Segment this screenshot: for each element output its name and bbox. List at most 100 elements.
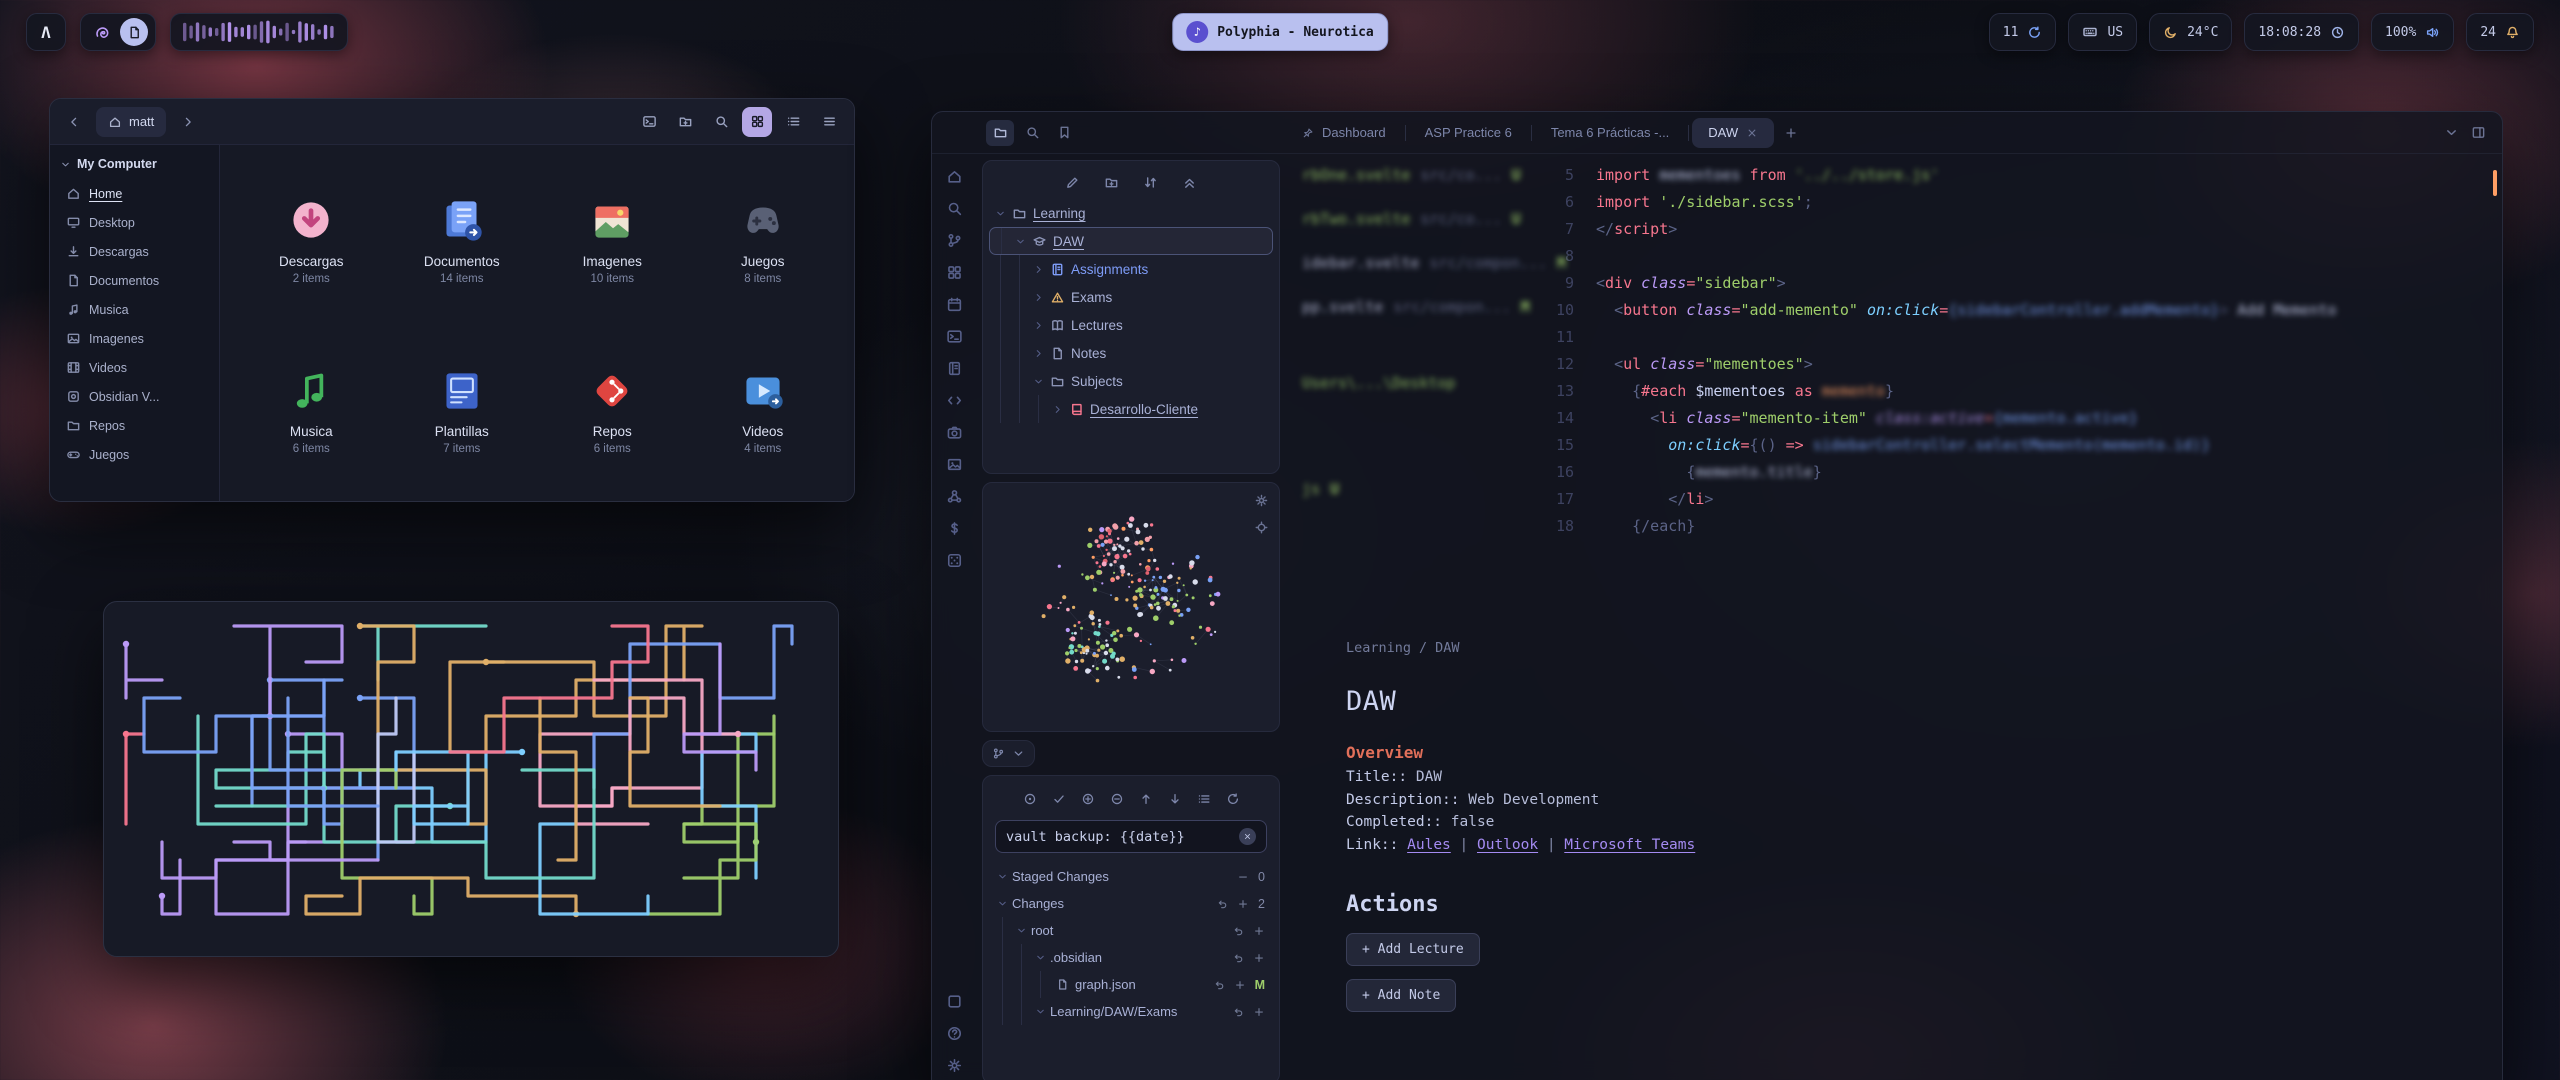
sidebar-item-videos[interactable]: Videos <box>60 353 209 382</box>
updates-indicator[interactable]: 11 <box>1989 13 2057 51</box>
collapse-icon[interactable] <box>1182 175 1197 190</box>
plus-icon[interactable] <box>1234 979 1246 991</box>
folder-tile-repos[interactable]: Repos6 items <box>537 323 688 493</box>
forward-button[interactable] <box>174 108 202 136</box>
back-button[interactable] <box>60 108 88 136</box>
explorer-item-notes[interactable]: Notes <box>989 339 1273 367</box>
ribbon-grid-icon[interactable] <box>946 264 963 281</box>
plus-icon[interactable] <box>1253 1006 1265 1018</box>
tab-dashboard[interactable]: Dashboard <box>1286 118 1402 148</box>
ribbon-terminal-icon[interactable] <box>946 328 963 345</box>
link-aules[interactable]: Aules <box>1407 837 1451 853</box>
undo-icon[interactable] <box>1232 925 1244 937</box>
explorer-item-assignments[interactable]: Assignments <box>989 255 1273 283</box>
tab-tema-6-pr-cticas[interactable]: Tema 6 Prácticas -... <box>1535 118 1685 148</box>
ribbon-camera-icon[interactable] <box>946 424 963 441</box>
tab-daw[interactable]: DAW <box>1692 118 1774 148</box>
gear-icon[interactable] <box>1254 493 1269 508</box>
git-row-graph-json[interactable]: graph.jsonM <box>993 971 1269 998</box>
git-row-root[interactable]: root <box>993 917 1269 944</box>
notifications-indicator[interactable]: 24 <box>2466 13 2534 51</box>
crosshair-icon[interactable] <box>1254 520 1269 535</box>
undo-icon[interactable] <box>1213 979 1225 991</box>
pencil-icon[interactable] <box>1065 175 1080 190</box>
folder-tile-imagenes[interactable]: Imagenes10 items <box>537 153 688 323</box>
undo-icon[interactable] <box>1216 898 1228 910</box>
action-button-add-lecture[interactable]: + Add Lecture <box>1346 933 1480 966</box>
sidebar-item-documentos[interactable]: Documentos <box>60 266 209 295</box>
sidebar-header[interactable]: My Computer <box>60 157 209 171</box>
pane-tab-search-icon[interactable] <box>1018 120 1046 146</box>
now-playing-widget[interactable]: ♪ Polyphia - Neurotica <box>1172 13 1388 51</box>
sort-icon[interactable] <box>1143 175 1158 190</box>
ribbon-home-icon[interactable] <box>946 168 963 185</box>
ribbon-image-icon[interactable] <box>946 456 963 473</box>
search-icon[interactable] <box>706 107 736 137</box>
minus-icon[interactable] <box>1237 871 1249 883</box>
ribbon-notebook-icon[interactable] <box>946 360 963 377</box>
layout-icon[interactable] <box>2471 125 2486 140</box>
sidebar-item-repos[interactable]: Repos <box>60 411 209 440</box>
folder-tile-descargas[interactable]: Descargas2 items <box>236 153 387 323</box>
ribbon-branch-icon[interactable] <box>946 232 963 249</box>
new-tab-button[interactable] <box>1778 120 1804 146</box>
folder-plus-icon[interactable] <box>670 107 700 137</box>
plus-icon[interactable] <box>1237 898 1249 910</box>
git-pane-tab-chip[interactable] <box>982 740 1035 767</box>
git-refresh-icon[interactable] <box>1226 792 1240 806</box>
sidebar-item-descargas[interactable]: Descargas <box>60 237 209 266</box>
folder-tile-plantillas[interactable]: Plantillas7 items <box>387 323 538 493</box>
weather-indicator[interactable]: 24°C <box>2149 13 2232 51</box>
grid-icon[interactable] <box>742 107 772 137</box>
ribbon-dollar-icon[interactable] <box>946 520 963 537</box>
folder-tile-documentos[interactable]: Documentos14 items <box>387 153 538 323</box>
ribbon-help-icon[interactable] <box>946 1025 963 1042</box>
clock-indicator[interactable]: 18:08:28 <box>2244 13 2359 51</box>
keyboard-layout-indicator[interactable]: US <box>2068 13 2137 51</box>
ribbon-dice-icon[interactable] <box>946 552 963 569</box>
git-arrow-down-icon[interactable] <box>1168 792 1182 806</box>
git-list-icon[interactable] <box>1197 792 1211 806</box>
volume-indicator[interactable]: 100% <box>2371 13 2454 51</box>
code-editor[interactable]: 5import mementoes from '../../store.js'6… <box>1538 162 2502 624</box>
ribbon-gear-icon[interactable] <box>946 1057 963 1074</box>
folder-plus-icon[interactable] <box>1104 175 1119 190</box>
tab-asp-practice-6[interactable]: ASP Practice 6 <box>1409 118 1528 148</box>
ribbon-box-icon[interactable] <box>946 993 963 1010</box>
pane-tab-bookmark-icon[interactable] <box>1050 120 1078 146</box>
link-microsoft-teams[interactable]: Microsoft Teams <box>1564 837 1695 853</box>
folder-tile-musica[interactable]: Musica6 items <box>236 323 387 493</box>
sidebar-item-desktop[interactable]: Desktop <box>60 208 209 237</box>
breadcrumb[interactable]: matt <box>96 107 166 137</box>
graph-canvas[interactable] <box>983 483 1279 729</box>
undo-icon[interactable] <box>1232 952 1244 964</box>
close-icon[interactable] <box>1746 127 1758 139</box>
folder-tile-juegos[interactable]: Juegos8 items <box>688 153 839 323</box>
ribbon-code-icon[interactable] <box>946 392 963 409</box>
ribbon-calendar-icon[interactable] <box>946 296 963 313</box>
list-icon[interactable] <box>778 107 808 137</box>
action-button-add-note[interactable]: + Add Note <box>1346 979 1456 1012</box>
ribbon-graphnet-icon[interactable] <box>946 488 963 505</box>
commit-message-input[interactable] <box>1006 829 1231 845</box>
git-plus-circle-icon[interactable] <box>1081 792 1095 806</box>
git-arrow-up-icon[interactable] <box>1139 792 1153 806</box>
git-row-changes[interactable]: Changes2 <box>993 890 1269 917</box>
sidebar-item-imagenes[interactable]: Imagenes <box>60 324 209 353</box>
explorer-item-lectures[interactable]: Lectures <box>989 311 1273 339</box>
git-row-staged-changes[interactable]: Staged Changes0 <box>993 863 1269 890</box>
undo-icon[interactable] <box>1232 1006 1244 1018</box>
chevron-down-icon[interactable] <box>2444 125 2459 140</box>
terminal-icon[interactable] <box>634 107 664 137</box>
git-check-icon[interactable] <box>1052 792 1066 806</box>
workspace-file-icon[interactable] <box>120 18 148 46</box>
sidebar-item-home[interactable]: Home <box>60 179 209 208</box>
explorer-item-exams[interactable]: Exams <box>989 283 1273 311</box>
folder-tile-videos[interactable]: Videos4 items <box>688 323 839 493</box>
pane-tab-folder-icon[interactable] <box>986 120 1014 146</box>
workspace-swirl-icon[interactable] <box>88 18 116 46</box>
explorer-item-subjects[interactable]: Subjects <box>989 367 1273 395</box>
sidebar-item-juegos[interactable]: Juegos <box>60 440 209 469</box>
plus-icon[interactable] <box>1253 925 1265 937</box>
git-circle-dot-icon[interactable] <box>1023 792 1037 806</box>
